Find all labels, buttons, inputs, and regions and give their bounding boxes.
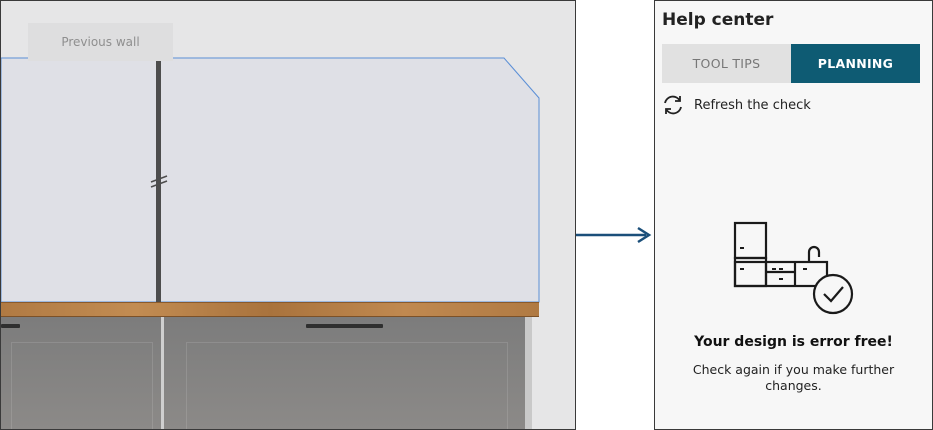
help-tabs: TOOL TIPS PLANNING: [662, 44, 920, 83]
door-panel: [186, 342, 508, 429]
tab-tool-tips[interactable]: TOOL TIPS: [662, 44, 791, 83]
refresh-check-button[interactable]: Refresh the check: [661, 94, 811, 116]
status-message: Check again if you make further changes.: [692, 362, 895, 393]
previous-wall-button[interactable]: Previous wall: [28, 23, 173, 61]
base-cabinet-right[interactable]: [164, 317, 525, 429]
wall-selection-outline: [1, 57, 540, 303]
cabinet-handle: [1, 324, 20, 328]
base-cabinet-left[interactable]: [1, 317, 161, 429]
cabinet-side: [525, 317, 532, 429]
kitchen-3d-view[interactable]: Previous wall: [0, 0, 576, 430]
cabinet-handle: [306, 324, 383, 328]
door-panel: [11, 342, 153, 429]
help-center-panel: Help center TOOL TIPS PLANNING Refresh t…: [654, 0, 933, 430]
refresh-label: Refresh the check: [694, 97, 811, 113]
tab-planning[interactable]: PLANNING: [791, 44, 920, 83]
arrow-right-icon: [576, 226, 652, 244]
status-title: Your design is error free!: [694, 334, 893, 350]
panel-title: Help center: [662, 10, 774, 30]
refresh-icon: [664, 95, 682, 115]
kitchen-check-illustration-icon: [733, 221, 854, 315]
countertop: [1, 302, 539, 317]
